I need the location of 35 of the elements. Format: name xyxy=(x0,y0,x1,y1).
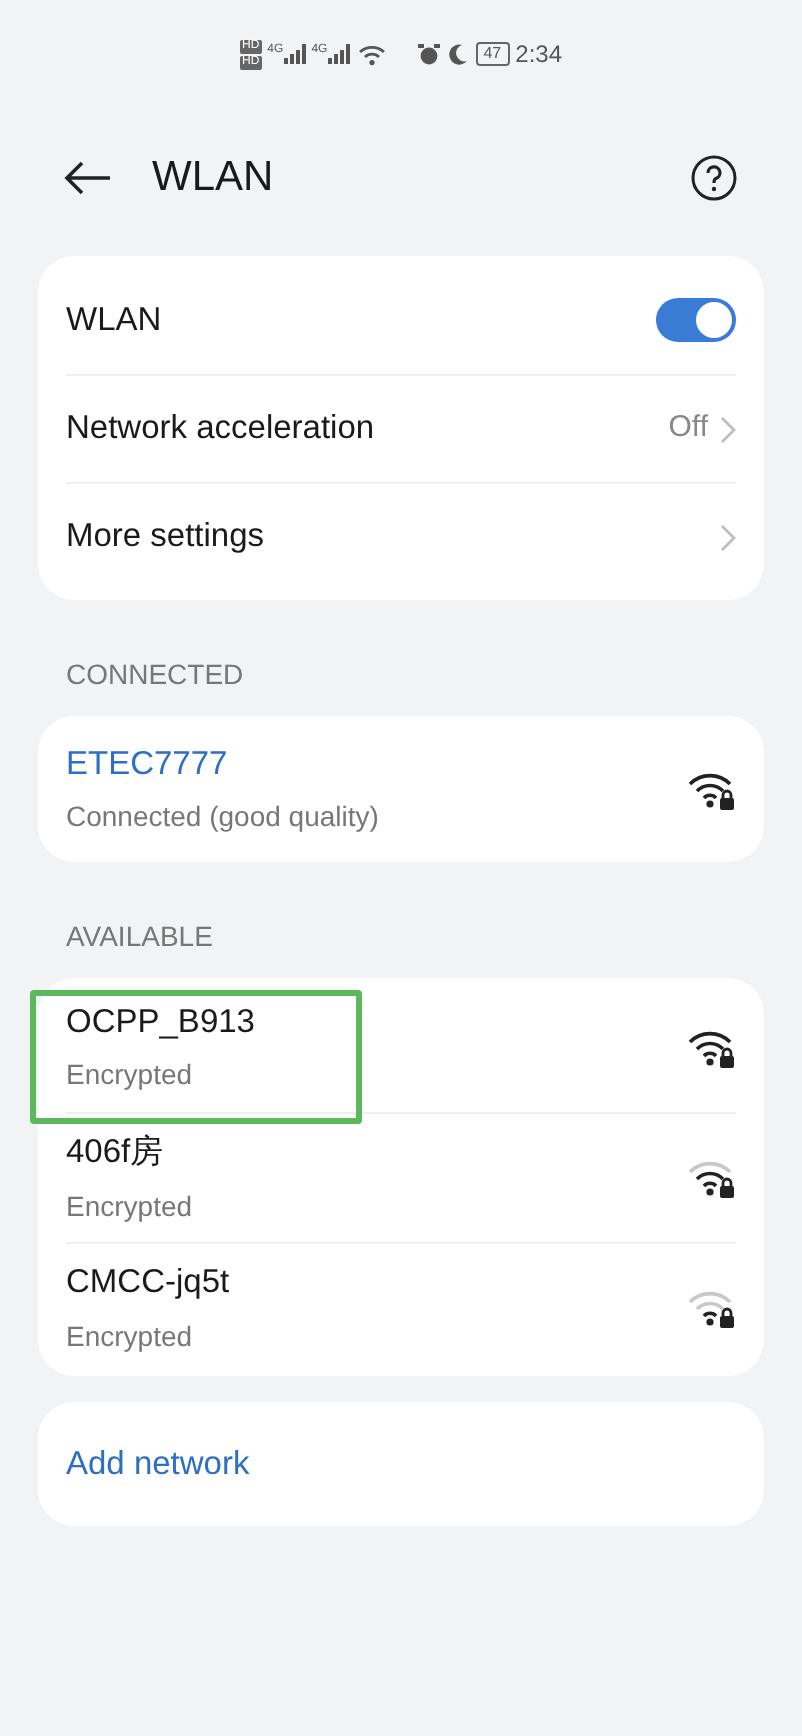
network-status: Encrypted xyxy=(66,1317,195,1356)
setting-value: Off xyxy=(668,408,708,449)
wifi-icon xyxy=(357,43,386,65)
setting-label: More settings xyxy=(66,516,267,559)
settings-row[interactable]: WLAN xyxy=(66,266,736,374)
setting-label: WLAN xyxy=(66,299,164,342)
network-status: Encrypted xyxy=(66,1187,195,1226)
network-row[interactable]: OCPP_B913 Encrypted xyxy=(66,982,736,1112)
page-title: WLAN xyxy=(152,152,274,205)
settings-row[interactable]: Network acceleration Off xyxy=(66,374,736,482)
network-name: CMCC-jq5t xyxy=(66,1262,232,1305)
battery-indicator: 47 xyxy=(475,42,510,66)
add-network-button[interactable]: Add network xyxy=(66,1439,250,1489)
settings-row[interactable]: More settings xyxy=(66,482,736,590)
setting-label: Network acceleration xyxy=(66,408,377,451)
chevron-icon xyxy=(720,523,736,551)
alarm-icon xyxy=(417,43,440,65)
help-icon[interactable] xyxy=(690,154,738,202)
network-name: OCPP_B913 xyxy=(66,1001,257,1044)
toggle-switch[interactable] xyxy=(656,298,736,342)
connected-network-card[interactable]: ETEC7777 Connected (good quality) xyxy=(38,716,764,862)
signal-icon xyxy=(327,44,350,64)
network-row[interactable]: CMCC-jq5t Encrypted xyxy=(66,1242,736,1372)
network-status: Encrypted xyxy=(66,1056,195,1095)
network-name: ETEC7777 xyxy=(66,743,230,786)
moon-icon xyxy=(447,43,468,65)
section-heading: CONNECTED xyxy=(64,656,246,694)
chevron-icon xyxy=(720,415,736,443)
time: 2:34 xyxy=(515,38,562,72)
network-row[interactable]: 406f房 Encrypted xyxy=(66,1112,736,1242)
network-status: Connected (good quality) xyxy=(66,798,381,837)
network-name: 406f房 xyxy=(66,1132,167,1175)
back-arrow-icon[interactable] xyxy=(64,160,112,196)
signal-icon xyxy=(283,44,306,64)
section-heading: AVAILABLE xyxy=(64,918,215,956)
